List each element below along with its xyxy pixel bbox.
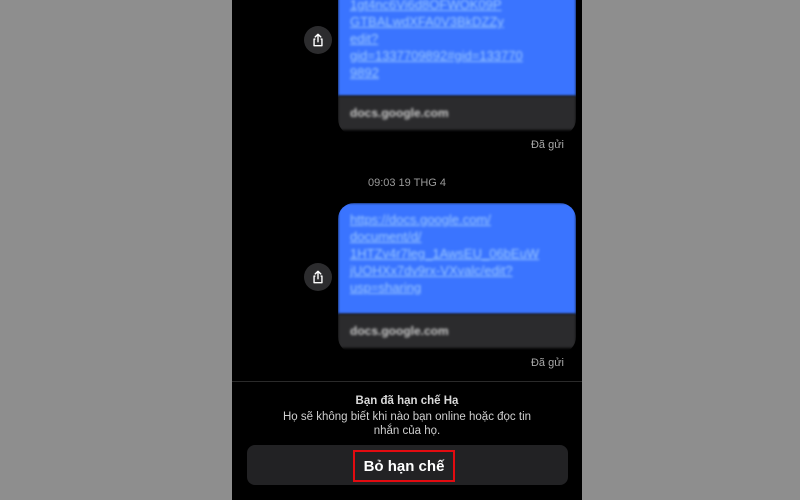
link-line: 1gt4nc6Vi6d8OFWOK09P: [350, 0, 502, 12]
restriction-description: Họ sẽ không biết khi nào bạn online hoặc…: [282, 411, 532, 437]
link-line: https://docs.google.com/: [350, 212, 491, 227]
link-line: GTBALwdXFA0V3BkDZZy: [350, 14, 504, 29]
unrestrict-button[interactable]: Bỏ hạn chế: [353, 450, 455, 482]
link-domain: docs.google.com: [338, 314, 576, 348]
share-icon: [313, 33, 323, 47]
message-link[interactable]: https://docs.google.com/ document/d/ 1HT…: [338, 203, 576, 314]
message-bubble[interactable]: https://docs.google.com/ document/d/ 1HT…: [338, 203, 576, 353]
message-bubble[interactable]: 1gt4nc6Vi6d8OFWOK09P GTBALwdXFA0V3BkDZZy…: [338, 0, 576, 135]
message-status: Đã gửi: [530, 139, 564, 151]
link-domain: docs.google.com: [338, 96, 576, 130]
link-line: jUOHXx7dv9rx-VXvalc/edit?: [350, 263, 513, 278]
share-icon: [313, 270, 323, 284]
link-line: usp=sharing: [350, 280, 422, 295]
share-button[interactable]: [304, 263, 332, 291]
chat-screen: 1gt4nc6Vi6d8OFWOK09P GTBALwdXFA0V3BkDZZy…: [232, 0, 582, 500]
message-link[interactable]: 1gt4nc6Vi6d8OFWOK09P GTBALwdXFA0V3BkDZZy…: [338, 0, 576, 96]
link-line: gid=1337709892#gid=133770: [350, 48, 523, 63]
restriction-title: Bạn đã hạn chế Hạ: [355, 395, 459, 407]
link-line: 9892: [350, 65, 379, 80]
message-status: Đã gửi: [530, 357, 564, 369]
link-line: document/d/: [350, 229, 422, 244]
link-line: edit?: [350, 31, 379, 46]
link-line: 1HTZv4r7leg_1AwsEU_06bEuW: [350, 246, 540, 261]
timestamp: 09:03 19 THG 4: [367, 177, 447, 189]
share-button[interactable]: [304, 26, 332, 54]
divider: [232, 381, 582, 382]
